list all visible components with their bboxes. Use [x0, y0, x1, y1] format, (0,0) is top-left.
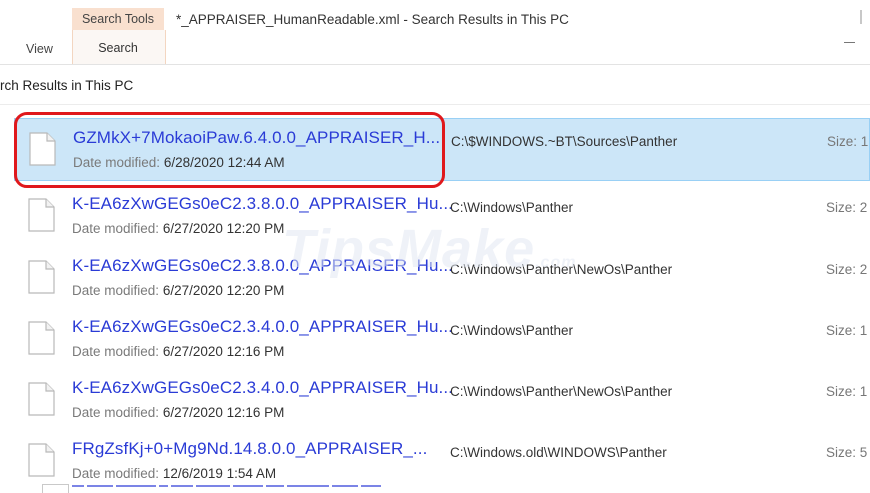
file-path: C:\Windows\Panther\NewOs\Panther: [450, 262, 673, 277]
date-label: Date modified:: [72, 344, 160, 359]
date-modified: Date modified: 6/27/2020 12:16 PM: [72, 405, 284, 420]
size-value: 1: [859, 323, 868, 338]
file-icon: [28, 198, 55, 232]
date-value: 6/27/2020 12:20 PM: [162, 283, 285, 298]
file-name[interactable]: K-EA6zXwGEGs0eC2.3.8.0.0_APPRAISER_Hu...: [72, 256, 453, 276]
file-name[interactable]: K-EA6zXwGEGs0eC2.3.4.0.0_APPRAISER_Hu...: [72, 317, 453, 337]
date-modified: Date modified: 6/27/2020 12:20 PM: [72, 283, 284, 298]
address-divider: [0, 104, 870, 105]
file-size: Size: 5: [826, 445, 867, 460]
file-size: Size: 1: [826, 384, 867, 399]
minimize-ribbon-icon[interactable]: [838, 33, 862, 53]
date-modified: Date modified: 12/6/2019 1:54 AM: [72, 466, 276, 481]
file-icon: [28, 382, 55, 416]
size-value: 1: [859, 384, 868, 399]
file-name[interactable]: K-EA6zXwGEGs0eC2.3.8.0.0_APPRAISER_Hu...: [72, 194, 453, 214]
file-icon: [28, 321, 55, 355]
file-path: C:\Windows\Panther: [450, 200, 574, 215]
ribbon: Search Tools View Search *_APPRAISER_Hum…: [0, 0, 870, 64]
date-label: Date modified:: [72, 221, 160, 236]
ribbon-divider: [0, 64, 870, 65]
date-label: Date modified:: [72, 283, 160, 298]
list-item[interactable]: K-EA6zXwGEGs0eC2.3.4.0.0_APPRAISER_Hu...…: [14, 308, 870, 371]
file-path: C:\Windows.old\WINDOWS\Panther: [450, 445, 667, 460]
file-size: Size: 2: [826, 200, 867, 215]
file-path: C:\Windows\Panther\NewOs\Panther: [450, 384, 673, 399]
size-value: 1: [860, 134, 869, 149]
size-label: Size:: [826, 445, 857, 460]
file-icon: [28, 260, 55, 294]
search-tools-group-label: Search Tools: [72, 8, 164, 30]
file-name-partial: [72, 485, 412, 493]
size-label: Size:: [826, 200, 857, 215]
size-label: Size:: [826, 323, 857, 338]
file-size: Size: 1: [826, 323, 867, 338]
date-value: 6/27/2020 12:16 PM: [162, 405, 285, 420]
file-path: C:\Windows\Panther: [450, 323, 574, 338]
date-label: Date modified:: [72, 466, 160, 481]
size-value: 2: [859, 200, 868, 215]
breadcrumb[interactable]: rch Results in This PC: [0, 78, 133, 93]
size-label: Size:: [826, 262, 857, 277]
window-control-edge: [860, 10, 862, 24]
highlight-annotation: [14, 112, 445, 188]
size-value: 5: [859, 445, 868, 460]
tab-view[interactable]: View: [26, 42, 53, 56]
list-item[interactable]: K-EA6zXwGEGs0eC2.3.4.0.0_APPRAISER_Hu...…: [14, 369, 870, 432]
file-name[interactable]: K-EA6zXwGEGs0eC2.3.4.0.0_APPRAISER_Hu...: [72, 378, 453, 398]
date-label: Date modified:: [72, 405, 160, 420]
file-size: Size: 1: [827, 134, 868, 149]
file-path: C:\$WINDOWS.~BT\Sources\Panther: [451, 134, 678, 149]
file-icon: [28, 443, 55, 477]
size-label: Size:: [827, 134, 858, 149]
window-title: *_APPRAISER_HumanReadable.xml - Search R…: [176, 12, 569, 27]
date-modified: Date modified: 6/27/2020 12:16 PM: [72, 344, 284, 359]
date-value: 6/27/2020 12:20 PM: [162, 221, 285, 236]
file-icon: [42, 484, 69, 493]
date-value: 12/6/2019 1:54 AM: [162, 466, 277, 481]
date-value: 6/27/2020 12:16 PM: [162, 344, 285, 359]
list-item[interactable]: K-EA6zXwGEGs0eC2.3.8.0.0_APPRAISER_Hu...…: [14, 247, 870, 310]
list-item[interactable]: K-EA6zXwGEGs0eC2.3.8.0.0_APPRAISER_Hu...…: [14, 185, 870, 248]
date-modified: Date modified: 6/27/2020 12:20 PM: [72, 221, 284, 236]
tab-search[interactable]: Search: [72, 41, 164, 55]
list-item-partial[interactable]: [28, 484, 870, 493]
file-name[interactable]: FRgZsfKj+0+Mg9Nd.14.8.0.0_APPRAISER_...: [72, 439, 427, 459]
size-label: Size:: [826, 384, 857, 399]
size-value: 2: [859, 262, 868, 277]
address-bar[interactable]: rch Results in This PC: [0, 70, 870, 100]
file-size: Size: 2: [826, 262, 867, 277]
